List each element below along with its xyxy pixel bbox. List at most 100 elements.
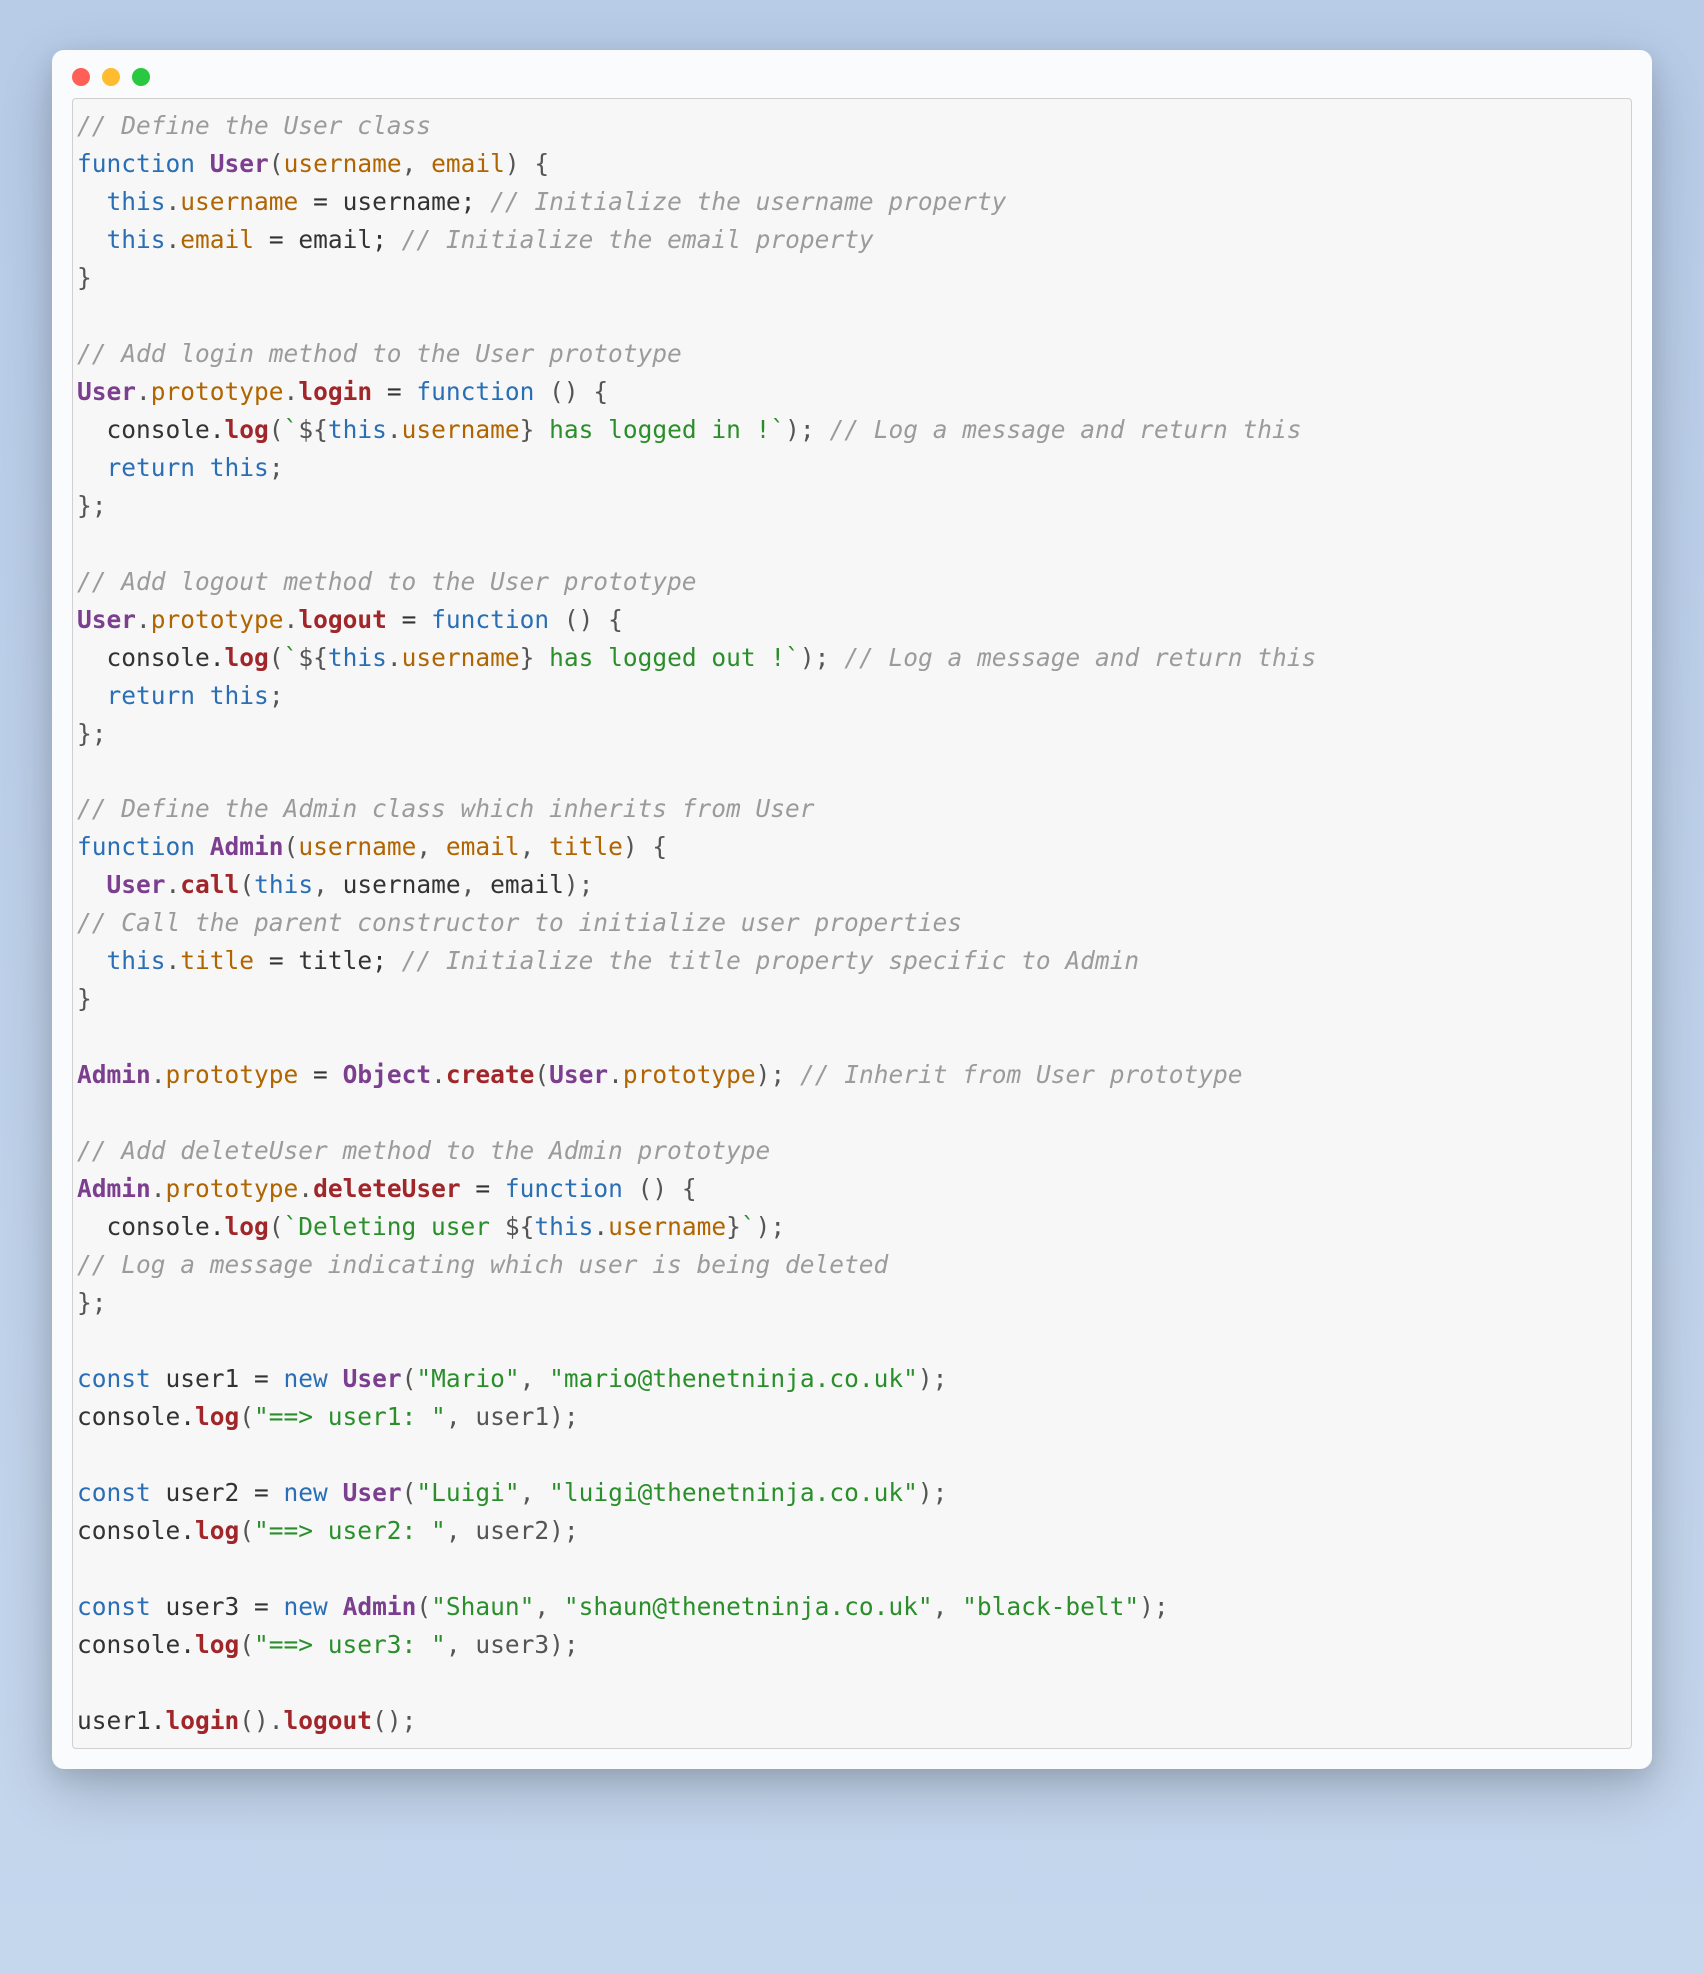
code-token: console.	[77, 1630, 195, 1659]
code-token: login	[166, 1706, 240, 1735]
code-token: this	[534, 1212, 593, 1241]
code-token: };	[77, 491, 107, 520]
code-token: "==> user3: "	[254, 1630, 446, 1659]
code-token: };	[77, 719, 107, 748]
code-token: ();	[372, 1706, 416, 1735]
code-token: .	[431, 1060, 446, 1089]
code-token: );	[1139, 1592, 1169, 1621]
editor-window: // Define the User class function User(u…	[52, 50, 1652, 1769]
code-token	[77, 870, 107, 899]
code-token: .	[166, 187, 181, 216]
code-token: );	[564, 870, 594, 899]
code-token: "==> user2: "	[254, 1516, 446, 1545]
code-token: "mario@thenetninja.co.uk"	[549, 1364, 918, 1393]
maximize-icon[interactable]	[132, 68, 150, 86]
code-token: prototype	[623, 1060, 756, 1089]
code-token: // Log a message and return this	[829, 415, 1301, 444]
code-token: , user1);	[446, 1402, 579, 1431]
code-token: email	[431, 149, 505, 178]
code-token: call	[180, 870, 239, 899]
code-token: Admin	[210, 832, 284, 861]
code-token: // Add logout method to the User prototy…	[77, 567, 697, 596]
code-token: ) {	[623, 832, 667, 861]
code-token: this	[210, 681, 269, 710]
code-token: ,	[416, 832, 446, 861]
code-token: () {	[638, 1174, 697, 1203]
code-token: // Call the parent constructor to initia…	[77, 908, 962, 937]
code-token: );	[785, 415, 815, 444]
code-token: User	[107, 870, 166, 899]
code-token: new	[284, 1478, 328, 1507]
code-token: .	[151, 1174, 166, 1203]
code-token: =	[461, 1174, 505, 1203]
code-token: logout	[298, 605, 387, 634]
code-token: ${	[298, 415, 328, 444]
code-token: .	[166, 870, 181, 899]
code-token: username	[402, 643, 520, 672]
code-token: "shaun@thenetninja.co.uk"	[564, 1592, 933, 1621]
code-token: username	[284, 149, 402, 178]
code-token: this	[254, 870, 313, 899]
code-token: new	[284, 1592, 328, 1621]
code-token: Admin	[77, 1060, 151, 1089]
code-token: (	[239, 870, 254, 899]
code-token: prototype	[151, 377, 284, 406]
titlebar	[52, 50, 1652, 98]
code-token: `Deleting user	[284, 1212, 505, 1241]
code-token: (	[269, 415, 284, 444]
code-token	[328, 1478, 343, 1507]
code-token: User	[77, 377, 136, 406]
code-token: email	[490, 870, 564, 899]
code-token: ,	[402, 149, 432, 178]
code-token: }	[520, 415, 535, 444]
code-token: = username;	[298, 187, 490, 216]
code-token: = email;	[254, 225, 402, 254]
code-token: log	[195, 1516, 239, 1545]
code-token	[549, 605, 564, 634]
code-token: username	[298, 832, 416, 861]
code-token: username	[180, 187, 298, 216]
code-token: .	[387, 643, 402, 672]
code-token: return	[107, 453, 196, 482]
code-token: user2 =	[151, 1478, 284, 1507]
code-token: this	[107, 187, 166, 216]
code-token: // Inherit from User prototype	[800, 1060, 1243, 1089]
code-token: .	[298, 1174, 313, 1203]
code-token: User	[549, 1060, 608, 1089]
code-token	[77, 187, 107, 216]
code-token: this	[210, 453, 269, 482]
code-token: (	[284, 832, 299, 861]
code-area[interactable]: // Define the User class function User(u…	[72, 98, 1632, 1749]
code-token: // Log a message and return this	[844, 643, 1316, 672]
close-icon[interactable]	[72, 68, 90, 86]
code-token: title	[549, 832, 623, 861]
code-token: (	[239, 1516, 254, 1545]
code-token: username	[402, 415, 520, 444]
code-token: function	[77, 832, 195, 861]
code-content[interactable]: // Define the User class function User(u…	[77, 107, 1627, 1740]
code-token: .	[387, 415, 402, 444]
code-token: has logged in !`	[534, 415, 785, 444]
code-token: const	[77, 1478, 151, 1507]
code-token: (	[239, 1630, 254, 1659]
code-token: create	[446, 1060, 535, 1089]
code-token: // Log a message indicating which user i…	[77, 1250, 888, 1279]
code-token: console.	[77, 415, 225, 444]
code-token: log	[225, 415, 269, 444]
code-token: console.	[77, 1212, 225, 1241]
code-token: (	[402, 1364, 417, 1393]
code-token: , user2);	[446, 1516, 579, 1545]
code-token	[534, 377, 549, 406]
code-token: log	[225, 1212, 269, 1241]
code-token: "==> user1: "	[254, 1402, 446, 1431]
minimize-icon[interactable]	[102, 68, 120, 86]
code-token: ${	[505, 1212, 535, 1241]
code-token: ,	[520, 1478, 550, 1507]
code-token: );	[756, 1060, 800, 1089]
code-token: (	[534, 1060, 549, 1089]
code-token	[195, 832, 210, 861]
code-token: );	[756, 1212, 786, 1241]
code-token	[77, 681, 107, 710]
code-token: new	[284, 1364, 328, 1393]
code-token	[195, 681, 210, 710]
